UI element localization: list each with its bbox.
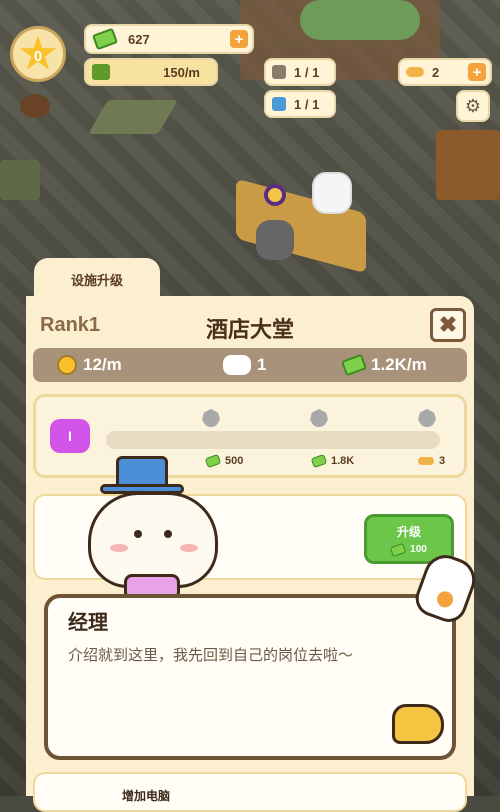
milestone-marker-icon <box>418 409 436 427</box>
tab-label: 设施升级 <box>70 272 123 288</box>
upgrade-cost-value: 100 <box>410 544 427 555</box>
milestone-marker-icon <box>202 409 220 427</box>
income-counter: 150/m <box>84 58 218 86</box>
dialog-speaker: 经理 <box>68 612 108 634</box>
manager-cat-character[interactable] <box>312 172 352 214</box>
stats-bar: 12/m 1 1.2K/m <box>33 348 467 382</box>
upgrade-button-label: 升级 <box>396 525 421 539</box>
furniture-decoration <box>436 130 500 200</box>
paw-pad <box>434 589 456 610</box>
level-progress-bar <box>106 431 440 449</box>
add-cash-button[interactable]: + <box>230 30 248 48</box>
upgrade-cost: 100 <box>389 542 427 557</box>
income-rate-stat: 1.2K/m <box>340 353 427 377</box>
potion-value: 1 / 1 <box>294 96 320 112</box>
cash-icon <box>91 27 119 51</box>
manager-cat-portrait <box>50 456 250 606</box>
cat-count-stat: 1 <box>223 355 266 375</box>
milestone-marker-icon <box>310 409 328 427</box>
fish-icon <box>418 457 434 465</box>
facility-title: 酒店大堂 <box>205 317 294 342</box>
time-rate-value: 12/m <box>83 355 122 374</box>
add-fish-button[interactable]: + <box>468 63 486 81</box>
potion-icon <box>272 97 286 111</box>
milestone-cost-value: 1.8K <box>331 455 355 467</box>
fish-icon <box>406 67 424 77</box>
cat-blush <box>180 544 198 552</box>
upgrade-item-card <box>33 772 467 812</box>
star-icon: 0 <box>19 35 57 70</box>
sofa-decoration <box>300 0 420 40</box>
fish-value: 2 <box>432 64 440 80</box>
settings-button[interactable]: ⚙ <box>456 90 490 122</box>
cash-counter: 627 + <box>84 24 254 54</box>
dialog-text: 介绍就到这里，我先回到自己的岗位去啦～ <box>68 647 354 664</box>
tools-counter: 1 / 1 <box>264 58 336 86</box>
rug-decoration <box>0 160 40 200</box>
task-target-icon[interactable] <box>264 184 286 206</box>
gear-icon: ⚙ <box>464 95 482 116</box>
close-icon: ✖ <box>438 312 458 337</box>
cash-icon <box>340 353 368 377</box>
cat-eye-left <box>134 530 142 538</box>
close-button[interactable]: ✖ <box>430 308 466 342</box>
level-star-badge[interactable]: 0 <box>10 26 66 82</box>
income-rate-value: 1.2K/m <box>371 355 427 374</box>
cash-value: 627 <box>128 31 150 47</box>
continue-pointer-icon[interactable] <box>392 704 444 744</box>
cash-icon <box>389 542 407 557</box>
time-rate-stat: 12/m <box>57 355 122 375</box>
fish-counter: 2 + <box>398 58 492 86</box>
milestone-cost-value: 3 <box>439 455 446 467</box>
level-badge: I <box>50 419 90 453</box>
level-badge-label: I <box>68 428 72 444</box>
stool-decoration <box>20 94 50 118</box>
tools-value: 1 / 1 <box>294 64 320 80</box>
potion-counter: 1 / 1 <box>264 90 336 118</box>
cash-icon <box>310 453 328 469</box>
cat-face-icon <box>223 355 251 375</box>
clock-icon <box>57 355 77 375</box>
milestone-cost: 3 <box>418 455 445 467</box>
cat-character[interactable] <box>256 220 294 260</box>
cat-count-value: 1 <box>257 355 267 374</box>
cat-eye-right <box>164 530 172 538</box>
income-value: 150/m <box>163 64 200 80</box>
tab-facility-upgrade[interactable]: 设施升级 <box>34 258 160 300</box>
level-number: 0 <box>33 47 43 65</box>
income-chart-icon <box>92 64 110 80</box>
cat-blush <box>110 544 128 552</box>
hammer-icon <box>272 65 286 79</box>
milestone-cost: 1.8K <box>310 453 355 469</box>
rug-decoration <box>88 100 178 134</box>
